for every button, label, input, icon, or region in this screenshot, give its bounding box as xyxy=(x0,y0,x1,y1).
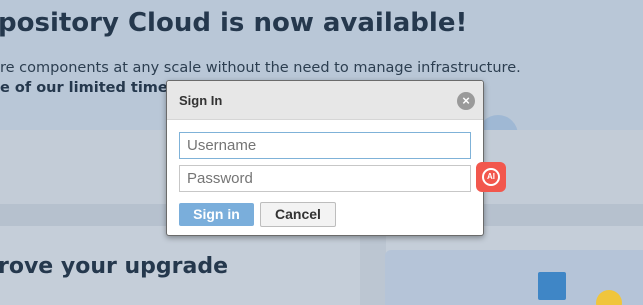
username-input[interactable] xyxy=(179,132,471,159)
hero-description: re components at any scale without the n… xyxy=(0,60,521,76)
sign-in-dialog: Sign In × Sign in Cancel xyxy=(166,80,484,236)
ai-icon: AI xyxy=(482,168,500,186)
cancel-button[interactable]: Cancel xyxy=(260,202,336,227)
sign-in-button[interactable]: Sign in xyxy=(179,203,254,226)
close-icon[interactable]: × xyxy=(457,92,475,110)
password-input[interactable] xyxy=(179,165,471,192)
section-title: rove your upgrade xyxy=(0,254,229,279)
ai-assistant-button[interactable]: AI xyxy=(476,162,506,192)
section-divider xyxy=(360,226,386,305)
cube-icon xyxy=(538,272,566,300)
hero-title: pository Cloud is now available! xyxy=(0,8,468,38)
dialog-header: Sign In × xyxy=(167,81,483,120)
dialog-title: Sign In xyxy=(179,93,223,108)
